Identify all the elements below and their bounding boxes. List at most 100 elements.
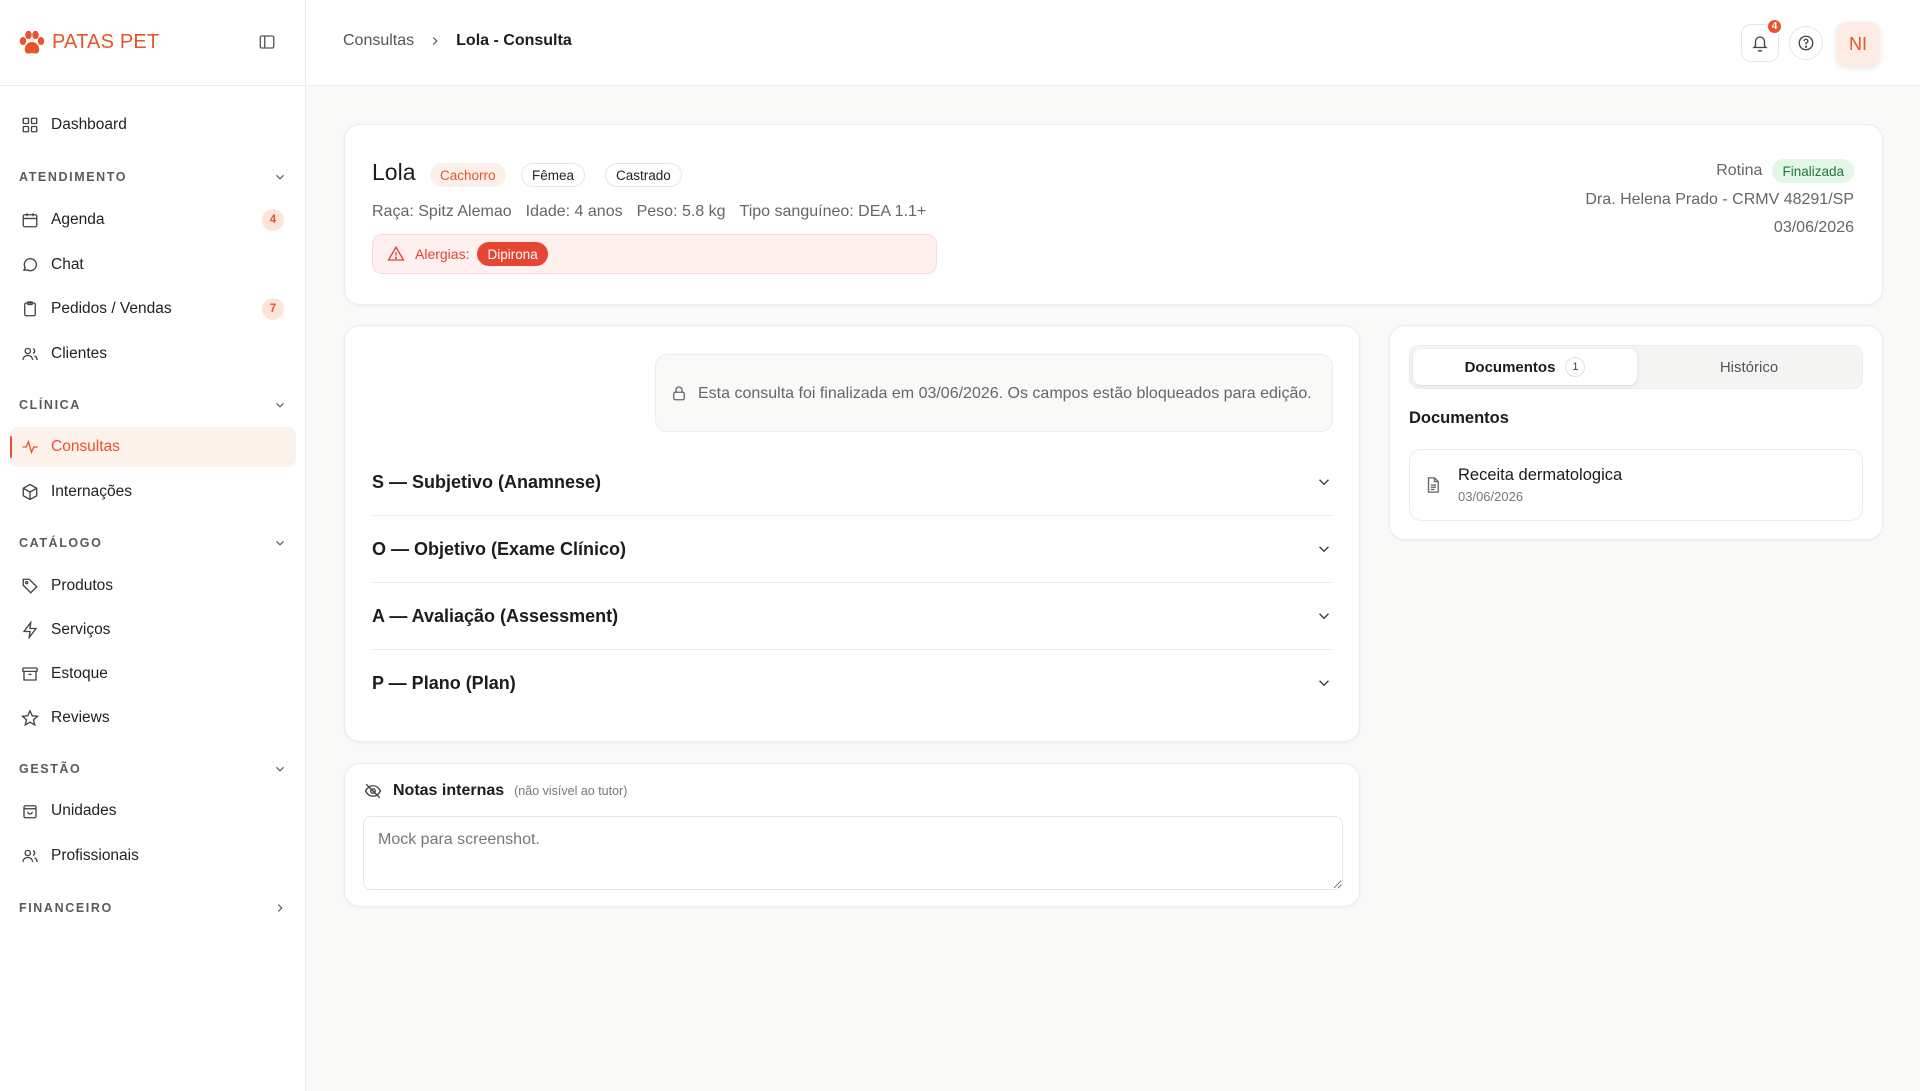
consult-date: 03/06/2026 <box>1773 219 1854 236</box>
sidebar-item-internacoes[interactable]: Internações <box>10 472 296 512</box>
documents-count-badge: 1 <box>1565 357 1586 377</box>
agenda-count-badge: 4 <box>262 209 284 231</box>
sex-chip: Fêmea <box>521 163 586 187</box>
pet-age: Idade: 4 anos <box>525 203 623 220</box>
pet-name: Lola <box>372 159 416 185</box>
accordion-title: A — Avaliação (Assessment) <box>372 605 619 626</box>
soap-plano-accordion[interactable]: P — Plano (Plan) <box>372 650 1333 716</box>
brand-name: PATAS PET <box>52 31 160 53</box>
file-text-icon <box>1424 476 1442 494</box>
tab-label: Histórico <box>1719 358 1779 376</box>
accordion-title: S — Subjetivo (Anamnese) <box>372 471 602 492</box>
internal-notes-card: Notas internas (não visível ao tutor) Mo… <box>344 763 1360 907</box>
pet-blood-type: Tipo sanguíneo: DEA 1.1+ <box>739 203 927 220</box>
sidebar-item-servicos[interactable]: Serviços <box>10 610 296 650</box>
sidebar-item-label: Internações <box>51 483 132 500</box>
section-label: ATENDIMENTO <box>19 170 128 184</box>
chevron-down-icon <box>273 398 287 412</box>
sidebar-item-dashboard[interactable]: Dashboard <box>10 105 296 145</box>
sidebar: PATAS PET Dashboard ATENDIMENTO Agenda 4… <box>0 0 306 1091</box>
help-button[interactable] <box>1789 26 1823 60</box>
allergy-alert: Alergias: Dipirona <box>372 234 937 274</box>
notes-title: Notas internas <box>393 782 505 799</box>
pedidos-count-badge: 7 <box>262 298 284 320</box>
section-financeiro[interactable]: FINANCEIRO <box>19 898 287 918</box>
sidebar-item-pedidos[interactable]: Pedidos / Vendas 7 <box>10 289 296 329</box>
internal-notes-textarea[interactable]: Mock para screenshot. <box>363 816 1343 890</box>
accordion-title: P — Plano (Plan) <box>372 672 516 693</box>
sidebar-item-label: Unidades <box>51 802 117 819</box>
tab-documentos[interactable]: Documentos 1 <box>1413 349 1637 385</box>
notifications-count-badge: 4 <box>1766 18 1783 35</box>
soap-subjetivo-accordion[interactable]: S — Subjetivo (Anamnese) <box>372 449 1333 515</box>
pet-weight: Peso: 5.8 kg <box>636 203 726 220</box>
eye-off-icon <box>363 782 383 800</box>
status-badge: Finalizada <box>1772 159 1854 183</box>
users-icon <box>21 847 39 865</box>
sidebar-item-chat[interactable]: Chat <box>10 245 296 285</box>
chevron-down-icon <box>1315 607 1333 625</box>
user-avatar[interactable]: NI <box>1836 22 1880 66</box>
calendar-icon <box>21 211 39 229</box>
activity-pulse-icon <box>21 438 39 456</box>
sidebar-item-estoque[interactable]: Estoque <box>10 654 296 694</box>
section-label: CLÍNICA <box>19 398 81 412</box>
notifications-button[interactable]: 4 <box>1741 18 1783 62</box>
sidebar-toggle-icon[interactable] <box>258 33 276 51</box>
document-item[interactable]: Receita dermatologica 03/06/2026 <box>1409 449 1863 521</box>
sidebar-item-consultas[interactable]: Consultas <box>10 427 296 467</box>
sidebar-item-clientes[interactable]: Clientes <box>10 334 296 374</box>
document-name: Receita dermatologica <box>1458 466 1623 484</box>
tab-historico[interactable]: Histórico <box>1637 349 1861 385</box>
chevron-down-icon <box>273 170 287 184</box>
soap-card: Esta consulta foi finalizada em 03/06/20… <box>344 325 1360 742</box>
sidebar-item-unidades[interactable]: Unidades <box>10 791 296 831</box>
notes-subtitle: (não visível ao tutor) <box>514 784 628 798</box>
chevron-down-icon <box>1315 674 1333 692</box>
paw-logo-icon <box>18 30 46 56</box>
pet-info: Raça: Spitz Alemao Idade: 4 anos Peso: 5… <box>372 203 926 221</box>
breadcrumb: Consultas Lola - Consulta <box>343 32 572 50</box>
help-circle-icon <box>1797 34 1815 52</box>
star-icon <box>21 709 39 727</box>
box-icon <box>21 483 39 501</box>
breadcrumb-consultas-link[interactable]: Consultas <box>343 32 414 50</box>
chevron-down-icon <box>1315 540 1333 558</box>
chevron-right-icon <box>428 34 442 48</box>
section-gestao[interactable]: GESTÃO <box>19 759 287 779</box>
archive-icon <box>21 665 39 683</box>
section-label: GESTÃO <box>19 762 82 776</box>
chevron-down-icon <box>1315 473 1333 491</box>
chevron-down-icon <box>273 762 287 776</box>
documents-card: Documentos 1 Histórico Documentos Receit… <box>1389 325 1883 540</box>
warning-triangle-icon <box>387 245 405 263</box>
users-icon <box>21 345 39 363</box>
section-label: CATÁLOGO <box>19 536 103 550</box>
section-catalogo[interactable]: CATÁLOGO <box>19 533 287 553</box>
sidebar-item-produtos[interactable]: Produtos <box>10 566 296 606</box>
soap-objetivo-accordion[interactable]: O — Objetivo (Exame Clínico) <box>372 516 1333 582</box>
lightning-icon <box>21 621 39 639</box>
chevron-down-icon <box>273 536 287 550</box>
bell-icon <box>1751 34 1769 52</box>
sidebar-item-label: Reviews <box>51 709 110 726</box>
accordion-title: O — Objetivo (Exame Clínico) <box>372 538 627 559</box>
document-date: 03/06/2026 <box>1458 489 1524 504</box>
locked-notice: Esta consulta foi finalizada em 03/06/20… <box>655 354 1333 432</box>
lock-icon <box>670 384 688 402</box>
consult-meta: Rotina Finalizada Dra. Helena Prado - CR… <box>1585 159 1854 237</box>
sidebar-item-label: Chat <box>51 256 84 273</box>
sidebar-item-profissionais[interactable]: Profissionais <box>10 836 296 876</box>
allergy-chip: Dipirona <box>477 242 548 266</box>
tab-label: Documentos <box>1464 358 1556 376</box>
chat-bubble-icon <box>21 256 39 274</box>
sidebar-item-reviews[interactable]: Reviews <box>10 698 296 738</box>
section-clinica[interactable]: CLÍNICA <box>19 395 287 415</box>
notes-header: Notas internas (não visível ao tutor) <box>363 782 627 800</box>
section-atendimento[interactable]: ATENDIMENTO <box>19 167 287 187</box>
soap-avaliacao-accordion[interactable]: A — Avaliação (Assessment) <box>372 583 1333 649</box>
sidebar-item-label: Produtos <box>51 577 114 594</box>
sidebar-item-label: Profissionais <box>51 847 139 864</box>
tag-icon <box>21 577 39 595</box>
sidebar-item-agenda[interactable]: Agenda 4 <box>10 200 296 240</box>
